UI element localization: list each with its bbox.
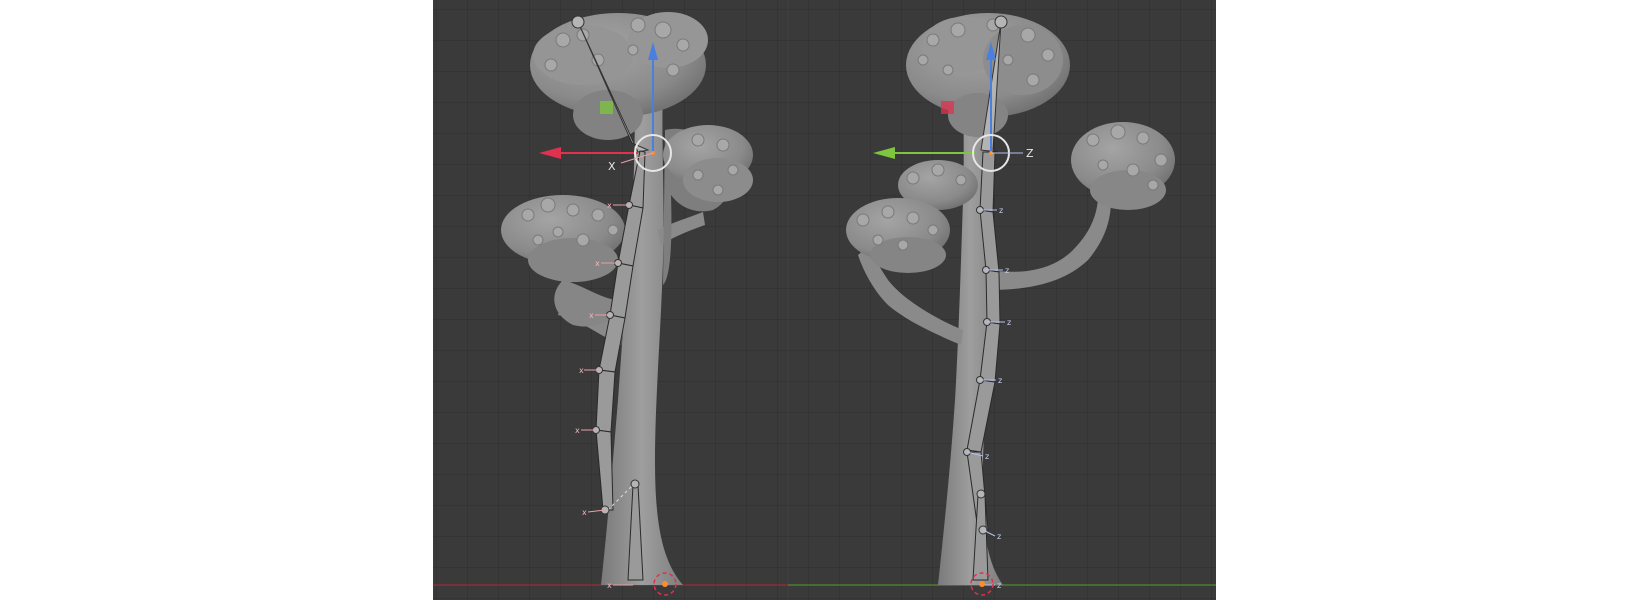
bone-axis-label: x [579, 366, 584, 375]
bone-axis-label: x [607, 201, 612, 210]
bone-axis-label: z [999, 206, 1003, 215]
bone-axis-label: z [1005, 266, 1009, 275]
bone-axis-label: z [997, 532, 1001, 541]
plane-handle-icon[interactable] [600, 101, 613, 114]
3d-viewport[interactable]: x x x x x x x X z z z z z z z Z [433, 0, 1216, 600]
gizmo-axis-label: Z [1026, 147, 1034, 160]
bone-tip-joint[interactable] [994, 15, 1008, 29]
gizmo-axis-label: X [608, 160, 616, 173]
bone-axis-label: x [575, 426, 580, 435]
bone-axis-label: x [607, 581, 612, 590]
bone-axis-label: x [589, 311, 594, 320]
bone-axis-label: z [997, 581, 1001, 590]
bone-axis-label: x [595, 259, 600, 268]
bone-axis-label: z [998, 376, 1002, 385]
viewport-canvas[interactable]: x x x x x x x X z z z z z z z Z [433, 0, 1216, 600]
bone-axis-label: z [1007, 318, 1011, 327]
bone-axis-label: x [582, 508, 587, 517]
plane-handle-icon[interactable] [941, 101, 954, 114]
bone-tip-joint[interactable] [571, 15, 585, 29]
bone-right[interactable] [985, 269, 1001, 325]
bone-right[interactable] [979, 151, 996, 213]
bone-axis-label: z [985, 452, 989, 461]
